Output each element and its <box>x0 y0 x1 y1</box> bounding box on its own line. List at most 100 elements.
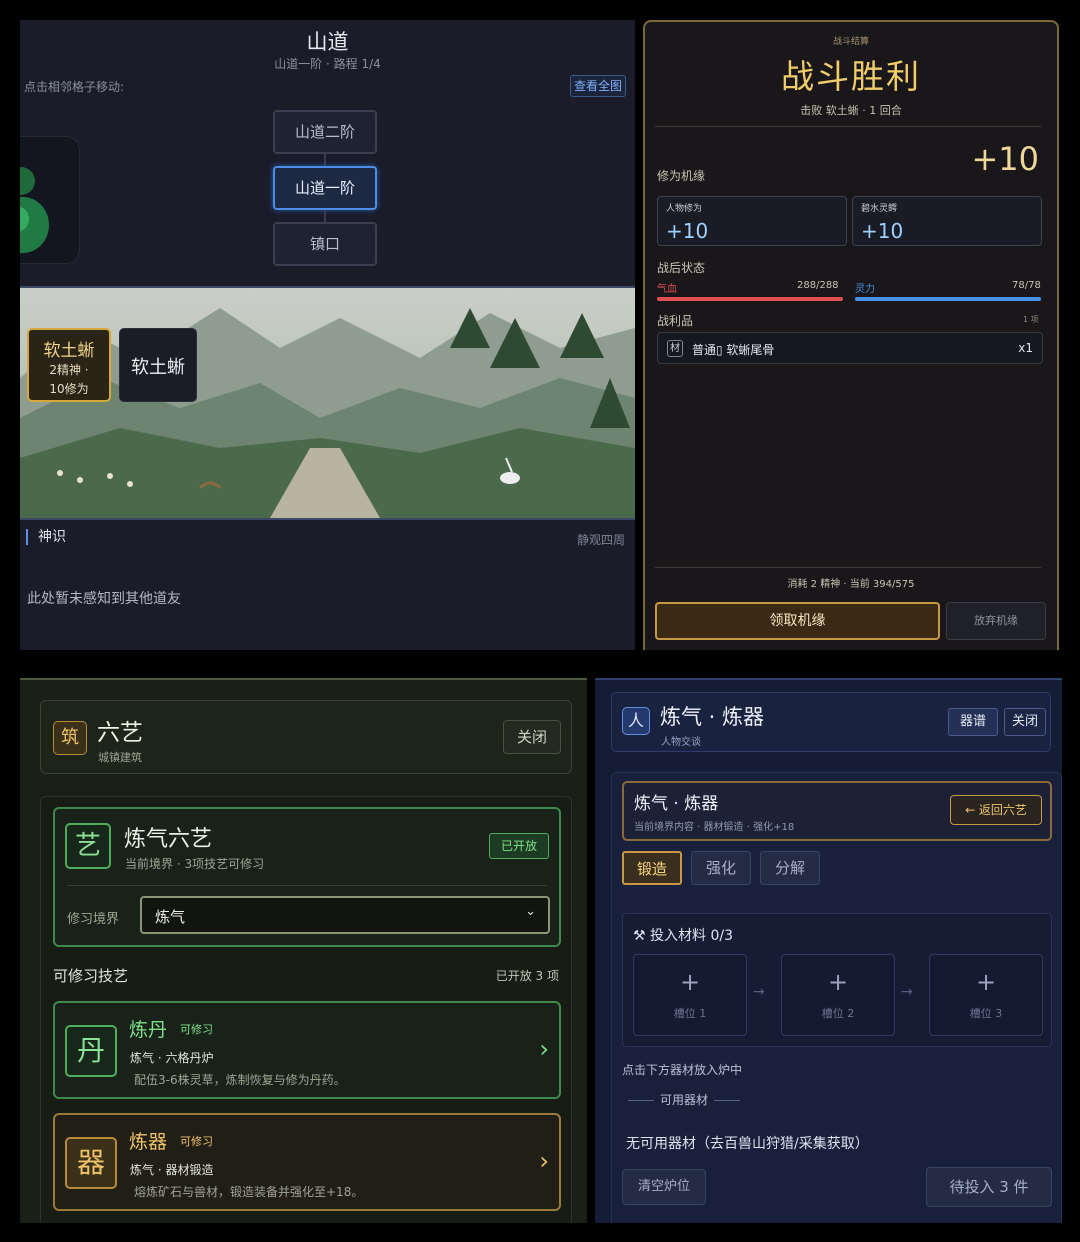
clear-furnace-button[interactable]: 清空炉位 <box>622 1169 706 1205</box>
pending-submit-button[interactable]: 待投入 3 件 <box>926 1167 1052 1207</box>
loot-qty: x1 <box>1018 341 1033 355</box>
mountain-scene-image: 软土蜥 2精神 · 10修为 软土蜥 <box>20 286 635 520</box>
material-slot[interactable]: + 槽位 2 <box>781 954 895 1036</box>
view-all-button[interactable]: 查看全图 <box>570 75 626 97</box>
loot-item[interactable]: 材 普通▯ 软蜥尾骨 x1 <box>657 332 1043 364</box>
mp-value: 78/78 <box>1012 280 1041 291</box>
map-node-upper[interactable]: 山道二阶 <box>273 110 377 154</box>
gain-box-character: 人物修为 +10 <box>657 196 847 246</box>
enemy-card[interactable]: 软土蜥 <box>119 328 197 402</box>
available-label: 可用器材 <box>660 1093 709 1107</box>
materials-title: ⚒ 投入材料 0/3 <box>633 928 733 944</box>
back-button[interactable]: ← 返回六艺 <box>950 795 1042 825</box>
arts-icon: 艺 <box>65 823 111 869</box>
materials-box: ⚒ 投入材料 0/3 + 槽位 1 → + 槽位 2 → + 槽位 3 <box>622 913 1052 1047</box>
forging-icon: 器 <box>65 1137 117 1189</box>
post-battle-label: 战后状态 <box>657 261 706 275</box>
chevron-right-icon: › <box>539 1035 549 1063</box>
arts-panel: 筑 六艺 城镇建筑 关闭 艺 炼气六艺 当前境界 · 3项技艺可修习 已开放 修… <box>20 678 587 1223</box>
arrow-right-icon: → <box>901 984 913 1000</box>
gourd-icon[interactable] <box>20 136 80 264</box>
material-slot[interactable]: + 槽位 3 <box>929 954 1043 1036</box>
skill-description: 配伍3-6株灵草，炼制恢复与修为丹药。 <box>134 1073 346 1087</box>
tab-dismantle[interactable]: 分解 <box>760 851 820 885</box>
skill-list-count: 已开放 3 项 <box>495 969 559 983</box>
forge-hint: 点击下方器材放入炉中 <box>622 1063 743 1077</box>
plus-icon: + <box>679 968 701 996</box>
divider <box>655 567 1041 568</box>
arts-summary-card: 艺 炼气六艺 当前境界 · 3项技艺可修习 已开放 修习境界 炼气 ⌄ <box>53 807 561 947</box>
enemy-spirit-cost: 2精神 · <box>49 363 89 377</box>
chevron-down-icon: ⌄ <box>525 904 536 919</box>
arts-subtitle: 城镇建筑 <box>98 751 142 764</box>
material-slot[interactable]: + 槽位 1 <box>633 954 747 1036</box>
tab-enhance[interactable]: 强化 <box>691 851 751 885</box>
skill-status: 可修习 <box>180 1023 213 1036</box>
plus-icon: + <box>975 968 997 996</box>
map-subtitle: 山道一阶 · 路程 1/4 <box>274 57 381 71</box>
hp-bar-track <box>657 297 843 301</box>
arts-title: 六艺 <box>97 720 143 746</box>
realm-select[interactable]: 炼气 ⌄ <box>140 896 550 934</box>
loot-name: 普通▯ 软蜥尾骨 <box>692 343 775 357</box>
chevron-right-icon: › <box>539 1147 549 1175</box>
forge-header: 人 炼气 · 炼器 人物交谈 器谱 关闭 <box>611 692 1051 752</box>
divider <box>655 126 1041 127</box>
skill-item-alchemy[interactable]: 丹 炼丹 可修习 炼气 · 六格丹炉 配伍3-6株灵草，炼制恢复与修为丹药。 › <box>53 1001 561 1099</box>
section-title: 炼气 · 炼器 <box>634 794 719 814</box>
skill-line2: 炼气 · 六格丹炉 <box>130 1051 214 1065</box>
sense-title: 神识 <box>26 529 66 545</box>
divider <box>714 1100 741 1101</box>
map-title: 山道 <box>306 30 349 54</box>
observe-button[interactable]: 静观四周 <box>577 531 625 548</box>
recipe-button[interactable]: 器谱 <box>948 708 998 736</box>
arts-content: 艺 炼气六艺 当前境界 · 3项技艺可修习 已开放 修习境界 炼气 ⌄ 可修习技… <box>40 796 572 1223</box>
hp-label: 气血 <box>657 284 677 295</box>
forge-panel: 人 炼气 · 炼器 人物交谈 器谱 关闭 炼气 · 炼器 当前境界内容 · 器材… <box>595 678 1062 1223</box>
section-subtitle: 当前境界内容 · 器材锻造 · 强化+18 <box>634 822 795 833</box>
arts-header: 筑 六艺 城镇建筑 关闭 <box>40 700 572 774</box>
hp-bar-fill <box>657 297 843 301</box>
divider <box>628 1100 654 1101</box>
realm-label: 修习境界 <box>67 912 120 927</box>
arts-main-title: 炼气六艺 <box>124 827 213 852</box>
forge-title: 炼气 · 炼器 <box>660 705 765 729</box>
skill-item-forging[interactable]: 器 炼器 可修习 炼气 · 器材锻造 熔炼矿石与兽材，锻造装备并强化至+18。 … <box>53 1113 561 1211</box>
slot-label: 槽位 1 <box>673 1007 707 1020</box>
close-button[interactable]: 关闭 <box>1004 708 1046 736</box>
map-panel: 山道 山道一阶 · 路程 1/4 点击相邻格子移动: 查看全图 山道二阶 山道一… <box>20 20 635 650</box>
building-icon: 筑 <box>53 721 87 755</box>
battle-tag: 战斗结算 <box>832 37 869 47</box>
realm-select-value: 炼气 <box>155 908 186 926</box>
enemy-name: 软土蜥 <box>43 341 95 361</box>
enemy-card-selected[interactable]: 软土蜥 2精神 · 10修为 <box>27 328 111 402</box>
arts-main-subtitle: 当前境界 · 3项技艺可修习 <box>125 857 265 871</box>
alchemy-icon: 丹 <box>65 1025 117 1077</box>
move-hint: 点击相邻格子移动: <box>24 80 125 94</box>
abandon-button[interactable]: 放弃机缘 <box>946 602 1046 640</box>
battle-title: 战斗胜利 <box>781 57 921 96</box>
gain-box-pet: 碧水灵鳄 +10 <box>852 196 1042 246</box>
sense-message: 此处暂未感知到其他道友 <box>27 591 181 607</box>
enemy-name: 软土蜥 <box>131 357 185 378</box>
gain-value: +10 <box>861 219 904 243</box>
gain-label: 碧水灵鳄 <box>861 204 898 214</box>
forge-subtitle: 人物交谈 <box>661 737 701 748</box>
slot-label: 槽位 3 <box>969 1007 1003 1020</box>
map-node-town[interactable]: 镇口 <box>273 222 377 266</box>
plus-icon: + <box>827 968 849 996</box>
arrow-right-icon: → <box>753 984 765 1000</box>
material-tag: 材 <box>667 340 683 357</box>
person-icon: 人 <box>622 707 650 735</box>
tab-forge[interactable]: 锻造 <box>622 851 682 885</box>
skill-list-title: 可修习技艺 <box>53 967 129 985</box>
fortune-label: 修为机缘 <box>657 169 706 183</box>
available-divider: 可用器材 <box>622 1091 746 1108</box>
fortune-value: +10 <box>971 140 1039 178</box>
map-node-current[interactable]: 山道一阶 <box>273 166 377 210</box>
slot-label: 槽位 2 <box>821 1007 855 1020</box>
claim-button[interactable]: 领取机缘 <box>655 602 940 640</box>
loot-count: 1 项 <box>1023 315 1039 324</box>
close-button[interactable]: 关闭 <box>503 720 561 754</box>
mp-bar-track <box>855 297 1041 301</box>
